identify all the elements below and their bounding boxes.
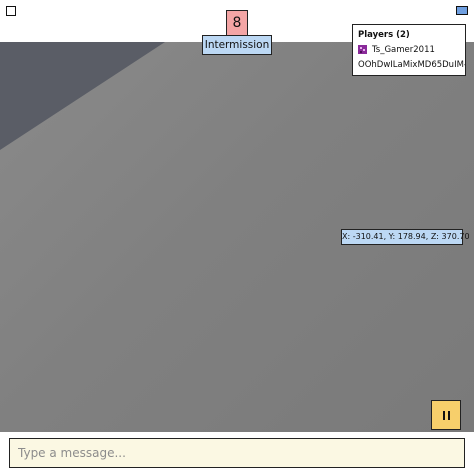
players-panel: Players (2) Ts_Gamer2011 OOhDwILaMixMD65… <box>352 24 466 76</box>
wall-shadow-shape <box>0 42 165 150</box>
menu-toggle-left-button[interactable] <box>6 6 16 16</box>
coordinates-readout: X: -310.41, Y: 178.94, Z: 370.70 <box>341 229 470 245</box>
pause-button[interactable] <box>431 400 461 430</box>
player-name: OOhDwILaMixMD65DuIM-P <box>358 59 466 70</box>
countdown-timer: 8 <box>226 10 248 36</box>
player-avatar-icon <box>358 45 367 54</box>
player-row[interactable]: Ts_Gamer2011 <box>358 42 465 57</box>
players-title: Players (2) <box>358 30 410 40</box>
pause-icon <box>442 410 450 420</box>
chat-message-input[interactable] <box>9 438 465 468</box>
player-name: Ts_Gamer2011 <box>372 44 435 55</box>
player-row[interactable]: OOhDwILaMixMD65DuIM-P <box>358 57 465 72</box>
menu-toggle-right-button[interactable] <box>456 6 468 15</box>
phase-label: Intermission <box>202 35 272 55</box>
pause-bar-right <box>447 410 450 420</box>
pause-bar-left <box>442 410 445 420</box>
